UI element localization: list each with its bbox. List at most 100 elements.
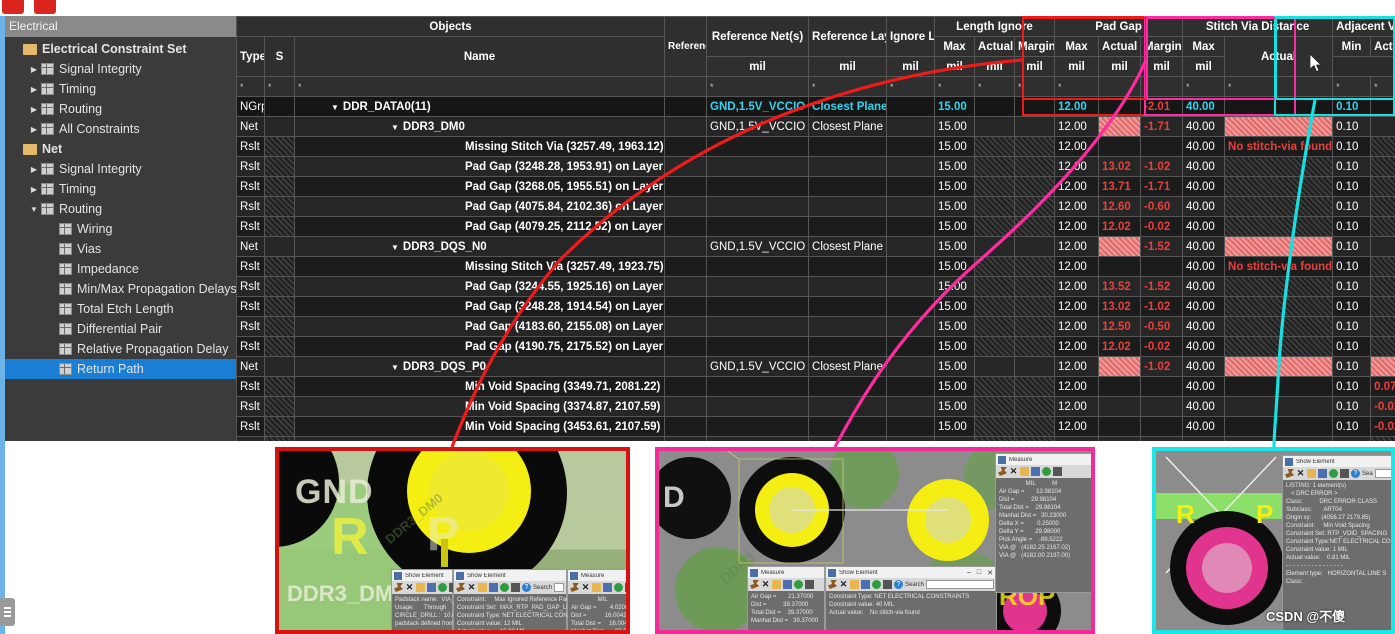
cell-av-actual[interactable]: 0.07	[1370, 376, 1395, 397]
cell-sv-max[interactable]: 40.00	[1182, 296, 1226, 317]
group-header-length-ignore[interactable]: Length Ignore	[934, 16, 1056, 37]
cell-pg-actual[interactable]	[1098, 96, 1142, 117]
expand-triangle-icon[interactable]: ▼	[331, 103, 339, 112]
cell-name[interactable]: ▼ DDR3_DQS_P0	[293, 356, 666, 377]
table-row[interactable]: Rslt Missing Stitch Via (3218.12, 1923.75…	[236, 436, 1395, 441]
sidebar-item-differential-pair[interactable]: ▶ Differential Pair	[5, 319, 236, 339]
cell-reference-nets[interactable]	[706, 136, 810, 157]
cell-pg-margin[interactable]	[1140, 136, 1184, 157]
sidebar-item-wiring[interactable]: ▶ Wiring	[5, 219, 236, 239]
dialog-toolbar[interactable]: ✕? Search	[454, 581, 566, 594]
close-icon[interactable]: ✕	[467, 583, 476, 592]
dialog-toolbar[interactable]: ✕	[996, 465, 1091, 478]
cell-referenced-electrical-net[interactable]	[664, 356, 708, 377]
cell-sv-max[interactable]: 40.00	[1182, 256, 1226, 277]
cell-li-max[interactable]: 15.00	[934, 376, 976, 397]
cell-sv-actual[interactable]	[1224, 336, 1334, 357]
cell-av-actual[interactable]: -0.02	[1370, 396, 1395, 417]
col-pg-max[interactable]: Max	[1054, 36, 1100, 57]
cell-sv-actual[interactable]	[1224, 96, 1334, 117]
cell-type[interactable]: Rslt	[236, 396, 265, 417]
cell-name[interactable]: ▼ DDR_DATA0(11)	[293, 96, 666, 117]
cell-pg-margin[interactable]: -1.02	[1140, 356, 1184, 377]
col-av-min[interactable]: Min	[1332, 36, 1372, 57]
cell-ignore-layers[interactable]	[886, 196, 936, 217]
cell-li-max[interactable]: 15.00	[934, 256, 976, 277]
group-header-adjacent-void-spacing[interactable]: Adjacent Void Spacing	[1332, 16, 1395, 37]
cell-av-actual[interactable]	[1370, 176, 1395, 197]
dialog-toolbar[interactable]: ✕	[568, 581, 626, 594]
cell-sv-actual[interactable]: No stitch-via found	[1224, 436, 1334, 441]
cell-name[interactable]: Pad Gap (4183.60, 2155.08) on Layer ART0…	[293, 316, 666, 337]
cell-av-actual[interactable]	[1370, 296, 1395, 317]
cell-li-margin[interactable]	[1014, 296, 1056, 317]
cell-type[interactable]: Rslt	[236, 416, 265, 437]
cell-pg-margin[interactable]: -1.71	[1140, 176, 1184, 197]
cell-av-min[interactable]: 0.10	[1332, 256, 1372, 277]
cell-s[interactable]	[264, 236, 295, 257]
cell-referenced-electrical-net[interactable]	[664, 236, 708, 257]
save-icon[interactable]	[783, 580, 792, 589]
cell-s[interactable]	[264, 376, 295, 397]
cell-reference-nets[interactable]: GND,1.5V_VCCIO	[706, 356, 810, 377]
pin-icon[interactable]	[998, 467, 1007, 476]
close-icon[interactable]: ✕	[839, 580, 848, 589]
col-sv-max[interactable]: Max	[1182, 36, 1226, 57]
detail-panel-void-spacing[interactable]: R P Show Element ✕? Sea LISTING: 1 element(…	[1152, 447, 1395, 634]
cell-reference-nets[interactable]	[706, 216, 810, 237]
cell-li-max[interactable]: 15.00	[934, 136, 976, 157]
sidebar-item-relative-propagation-delay[interactable]: ▶ Relative Propagation Delay	[5, 339, 236, 359]
open-folder-icon[interactable]	[1020, 467, 1029, 476]
filter-cell[interactable]: *	[293, 76, 666, 97]
table-row[interactable]: Rslt Pad Gap (3268.05, 1955.51) on Layer …	[236, 176, 1395, 197]
filter-cell[interactable]: *	[1224, 76, 1334, 97]
cell-referenced-electrical-net[interactable]	[664, 96, 708, 117]
group-header-pad-gap[interactable]: Pad Gap	[1054, 16, 1184, 37]
cell-reference-layers[interactable]	[808, 316, 888, 337]
col-pg-margin[interactable]: Margin	[1140, 36, 1184, 57]
cell-pg-actual[interactable]: 12.60	[1098, 196, 1142, 217]
cell-reference-nets[interactable]	[706, 196, 810, 217]
chevron-right-icon[interactable]: ▶	[27, 185, 41, 194]
cell-referenced-electrical-net[interactable]	[664, 276, 708, 297]
cell-li-max[interactable]: 15.00	[934, 396, 976, 417]
dialog-measure[interactable]: Measure ✕ MIL Air Gap = 4.02000 Dist = 16.0…	[567, 569, 626, 630]
cell-pg-margin[interactable]: -1.02	[1140, 156, 1184, 177]
cell-referenced-electrical-net[interactable]	[664, 316, 708, 337]
cell-li-actual[interactable]	[974, 436, 1016, 441]
filter-cell[interactable]: *	[1054, 76, 1100, 97]
cell-reference-nets[interactable]: GND,1.5V_VCCIO	[706, 236, 810, 257]
cell-s[interactable]	[264, 196, 295, 217]
save-icon[interactable]	[1318, 469, 1327, 478]
cell-pg-max[interactable]: 12.00	[1054, 236, 1100, 257]
group-header-stitch-via-distance[interactable]: Stitch Via Distance	[1182, 16, 1334, 37]
cell-type[interactable]: Net	[236, 116, 265, 137]
cell-av-actual[interactable]	[1370, 216, 1395, 237]
cell-referenced-electrical-net[interactable]	[664, 396, 708, 417]
cell-type[interactable]: Rslt	[236, 216, 265, 237]
cell-type[interactable]: Net	[236, 236, 265, 257]
cell-reference-nets[interactable]	[706, 436, 810, 441]
cell-pg-max[interactable]: 12.00	[1054, 136, 1100, 157]
cell-pg-margin[interactable]: -0.60	[1140, 196, 1184, 217]
open-folder-icon[interactable]	[1307, 469, 1316, 478]
filter-cell[interactable]: *	[236, 76, 265, 97]
save-icon[interactable]	[489, 583, 498, 592]
cell-sv-actual[interactable]	[1224, 376, 1334, 397]
cell-pg-actual[interactable]	[1098, 396, 1142, 417]
search-input[interactable]	[554, 583, 564, 592]
close-icon[interactable]: ✕	[1009, 467, 1018, 476]
panel-toggle-icon[interactable]	[0, 598, 15, 626]
cell-reference-nets[interactable]	[706, 416, 810, 437]
cell-sv-max[interactable]: 40.00	[1182, 216, 1226, 237]
cell-referenced-electrical-net[interactable]	[664, 296, 708, 317]
cell-ignore-layers[interactable]	[886, 356, 936, 377]
cell-sv-max[interactable]: 40.00	[1182, 236, 1226, 257]
cell-type[interactable]: Rslt	[236, 176, 265, 197]
cell-av-actual[interactable]	[1370, 336, 1395, 357]
cell-li-max[interactable]: 15.00	[934, 176, 976, 197]
refresh-icon[interactable]	[1042, 467, 1051, 476]
table-row[interactable]: Rslt Missing Stitch Via (3257.49, 1963.12…	[236, 136, 1395, 157]
cell-referenced-electrical-net[interactable]	[664, 416, 708, 437]
cell-li-margin[interactable]	[1014, 176, 1056, 197]
